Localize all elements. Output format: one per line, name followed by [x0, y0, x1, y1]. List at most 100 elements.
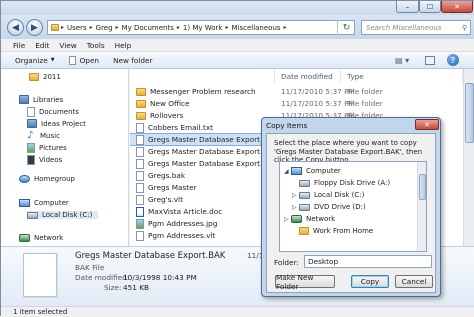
breadcrumb-my-documents[interactable]: My Documents: [120, 24, 176, 32]
preview-pane-icon[interactable]: [425, 56, 435, 65]
tree-item-label: DVD Drive (D:): [314, 203, 366, 211]
library-icon: [27, 119, 37, 128]
maximize-button[interactable]: ☐: [419, 1, 441, 13]
tree-item-label: Floppy Disk Drive (A:): [314, 179, 391, 187]
tree-item-work-from-home[interactable]: Work From Home: [292, 227, 373, 235]
open-label: Open: [79, 55, 100, 65]
new-folder-button[interactable]: New folder: [113, 56, 152, 65]
collapse-icon[interactable]: ◢: [284, 168, 291, 175]
breadcrumb-my-work[interactable]: 1) My Work: [181, 24, 225, 32]
address-bar[interactable]: ▸ Users ▸ Greg ▸ My Documents ▸ 1) My Wo…: [47, 20, 355, 35]
network-icon: [291, 215, 302, 223]
videos-icon: [27, 155, 35, 165]
homegroup-icon: [19, 175, 30, 183]
tree-scrollbar[interactable]: [417, 162, 426, 251]
sidebar-item-documents[interactable]: Documents: [27, 107, 79, 117]
tree-item-local-disk[interactable]: ▷ Local Disk (C:): [292, 191, 364, 199]
pictures-icon: [27, 143, 35, 153]
minimize-button[interactable]: –: [396, 1, 419, 13]
menu-help[interactable]: Help: [115, 41, 132, 50]
sidebar-item-network[interactable]: Network: [19, 234, 63, 242]
column-header-name[interactable]: [130, 69, 275, 83]
details-modified-label: Date modified:: [75, 273, 130, 282]
sidebar-item-label: Documents: [39, 108, 79, 116]
sidebar-item-local-disk[interactable]: Local Disk (C:): [27, 211, 99, 219]
navigation-pane: 2011 Libraries Documents Ideas Project ♪…: [1, 69, 129, 246]
title-bar: – ☐ ✕: [1, 1, 474, 15]
search-input[interactable]: Search Miscellaneous ⚲: [361, 20, 471, 35]
file-name: Gregs.bak: [148, 171, 186, 180]
computer-icon: [291, 167, 302, 175]
forward-button[interactable]: ▶: [26, 19, 43, 36]
cancel-button[interactable]: Cancel: [395, 275, 433, 288]
sidebar-item-ideas-project[interactable]: Ideas Project: [27, 119, 86, 128]
expand-icon[interactable]: ▷: [292, 204, 299, 211]
expand-icon[interactable]: ▷: [292, 192, 299, 199]
close-button[interactable]: ✕: [441, 1, 473, 13]
make-new-folder-button[interactable]: Make New Folder: [275, 273, 335, 291]
file-row-selected[interactable]: Gregs Master Database Export.BAK: [130, 133, 281, 146]
text-file-icon: [136, 122, 144, 133]
tree-item-dvd[interactable]: ▷ DVD Drive (D:): [292, 203, 366, 211]
folder-label: Folder:: [274, 258, 299, 267]
status-text: 1 item selected: [13, 308, 68, 316]
folder-tree: ◢ Computer Floppy Disk Drive (A:) ▷ Local …: [279, 161, 427, 252]
command-bar: Organize ▼ Open New folder ▤ ▾ ?: [1, 52, 474, 69]
sidebar-item-music[interactable]: ♪ Music: [27, 131, 60, 141]
sidebar-item-videos[interactable]: Videos: [27, 155, 62, 165]
documents-icon: [27, 107, 35, 117]
menu-view[interactable]: View: [59, 41, 76, 50]
sidebar-item-label: Local Disk (C:): [42, 211, 93, 219]
menu-edit[interactable]: Edit: [35, 41, 49, 50]
file-name: New Office: [150, 99, 190, 108]
folder-icon: [136, 87, 146, 96]
tree-item-floppy[interactable]: Floppy Disk Drive (A:): [292, 179, 390, 187]
details-file-type: BAK File: [75, 263, 105, 272]
file-name: Gregs Master: [148, 183, 197, 192]
menu-tools[interactable]: Tools: [87, 41, 105, 50]
refresh-button[interactable]: ↻: [337, 20, 355, 35]
details-size-label: Size:: [104, 283, 122, 292]
menu-file[interactable]: File: [13, 41, 25, 50]
help-icon[interactable]: ?: [447, 54, 459, 66]
sidebar-item-libraries[interactable]: Libraries: [19, 95, 63, 104]
breadcrumb-users[interactable]: Users: [65, 24, 89, 32]
file-preview-icon: [23, 253, 57, 297]
back-button[interactable]: ◀: [7, 19, 24, 36]
tree-item-network[interactable]: ▷ Network: [284, 215, 335, 223]
breadcrumb-miscellaneous[interactable]: Miscellaneous: [229, 24, 282, 32]
tree-item-computer[interactable]: ◢ Computer: [284, 167, 341, 175]
tree-item-label: Network: [306, 215, 336, 223]
image-file-icon: [136, 218, 144, 229]
sidebar-item-label: Network: [34, 234, 64, 242]
file-date: 11/17/2010 5:37 PM: [281, 99, 355, 108]
view-options-icon[interactable]: ▤ ▾: [395, 56, 409, 65]
bak-file-icon: [136, 134, 144, 145]
sidebar-item-label: Videos: [39, 156, 63, 164]
vertical-scrollbar[interactable]: [463, 69, 474, 246]
column-header-label: Type: [347, 71, 364, 81]
sidebar-item-pictures[interactable]: Pictures: [27, 143, 67, 153]
sidebar-item-computer[interactable]: Computer: [19, 199, 69, 207]
bak-file-icon: [136, 170, 144, 181]
column-header-type[interactable]: Type: [341, 69, 463, 83]
breadcrumb-greg[interactable]: Greg: [94, 24, 115, 32]
file-name: Cobbers Email.txt: [148, 123, 214, 132]
scrollbar-thumb[interactable]: [465, 83, 474, 143]
file-date: 11/17/2010 5:37 PM: [281, 87, 355, 96]
organize-button[interactable]: Organize ▼: [15, 56, 55, 65]
open-button[interactable]: Open: [68, 55, 100, 65]
scrollbar-thumb[interactable]: [419, 174, 426, 200]
copy-button[interactable]: Copy: [351, 275, 389, 288]
dialog-close-button[interactable]: ✕: [415, 119, 439, 130]
organize-label: Organize: [15, 55, 48, 65]
column-header-date[interactable]: Date modified: [275, 69, 341, 83]
expand-icon[interactable]: ▷: [284, 216, 291, 223]
tree-item-label: Local Disk (C:): [314, 191, 365, 199]
sidebar-item-homegroup[interactable]: Homegroup: [19, 175, 75, 183]
sidebar-item-2011[interactable]: 2011: [29, 73, 61, 81]
library-icon: [19, 95, 29, 104]
folder-icon: [299, 227, 309, 235]
file-name: Pgm Addresses.jpg: [148, 219, 218, 228]
folder-field[interactable]: Desktop: [304, 255, 432, 268]
